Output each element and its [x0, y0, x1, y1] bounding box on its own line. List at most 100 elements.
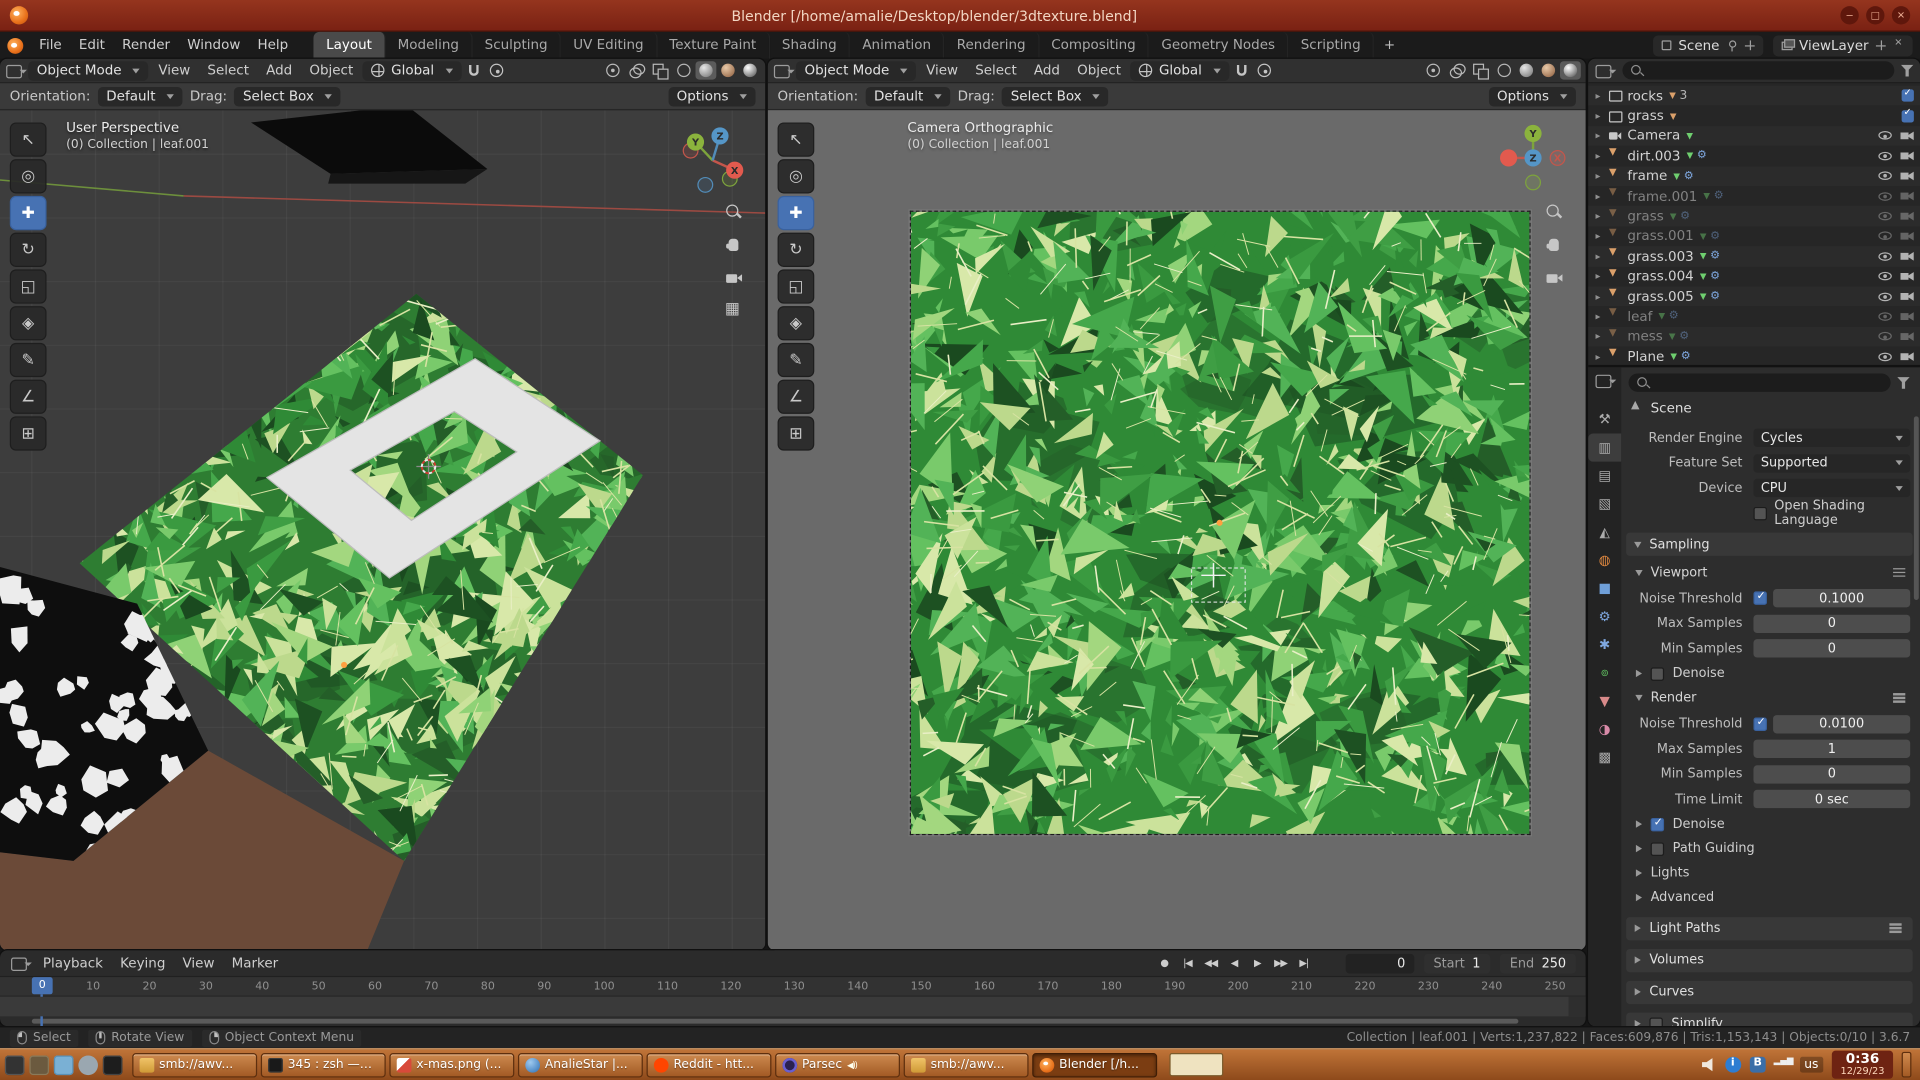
- number-field[interactable]: 0: [1753, 765, 1910, 783]
- tool-orientation-dropdown[interactable]: Default: [865, 86, 950, 106]
- timeline-editor-icon[interactable]: [10, 954, 32, 971]
- hide-in-viewport-toggle[interactable]: [1878, 332, 1891, 341]
- tab-render[interactable]: ▥: [1588, 433, 1621, 461]
- expand-arrow-icon[interactable]: [1596, 191, 1608, 202]
- outliner-row[interactable]: rocks 3: [1588, 86, 1920, 106]
- presets-menu-icon[interactable]: [1889, 927, 1901, 929]
- viewport-denoise-checkbox[interactable]: [1651, 667, 1664, 680]
- tool-add-cube[interactable]: ⊞: [778, 416, 815, 450]
- outliner-row[interactable]: grass.004: [1588, 266, 1920, 286]
- collection-checkbox[interactable]: [1902, 110, 1914, 122]
- viewport-subsection-header[interactable]: Viewport: [1636, 562, 1908, 583]
- prev-keyframe-button[interactable]: ◀◀: [1201, 958, 1221, 969]
- tab-output[interactable]: ▤: [1588, 462, 1621, 490]
- tab-view-layer[interactable]: ▧: [1588, 490, 1621, 518]
- property-section-header[interactable]: Curves: [1626, 980, 1913, 1003]
- outliner-row[interactable]: leaf: [1588, 306, 1920, 326]
- disable-in-render-toggle[interactable]: [1900, 191, 1913, 201]
- shading-solid-button[interactable]: [1516, 61, 1537, 79]
- expand-arrow-icon[interactable]: [1596, 90, 1608, 101]
- maximize-button[interactable]: □: [1866, 6, 1884, 24]
- outliner-row[interactable]: dirt.003: [1588, 146, 1920, 166]
- tool-cursor[interactable]: ◎: [10, 159, 47, 193]
- presets-menu-icon[interactable]: [1893, 697, 1905, 699]
- tool-tweak-select[interactable]: ↖: [10, 122, 47, 156]
- tool-measure[interactable]: ∠: [10, 380, 47, 414]
- disable-in-render-toggle[interactable]: [1900, 292, 1913, 302]
- menu-item[interactable]: Help: [249, 32, 297, 59]
- tool-scale[interactable]: ◱: [778, 269, 815, 303]
- task-button[interactable]: smb://awv...: [904, 1052, 1029, 1076]
- workspace-tab[interactable]: Geometry Nodes: [1149, 32, 1288, 59]
- timeline-menu-item[interactable]: View: [174, 950, 223, 976]
- proportional-editing-toggle[interactable]: [486, 61, 508, 81]
- tab-object-data[interactable]: ▼: [1588, 687, 1621, 715]
- keyboard-layout-indicator[interactable]: us: [1799, 1057, 1823, 1073]
- workspace-tab[interactable]: Rendering: [945, 32, 1039, 59]
- remove-viewlayer-icon[interactable]: [1893, 39, 1905, 51]
- new-scene-icon[interactable]: [1744, 39, 1756, 51]
- task-button[interactable]: Reddit - htt...: [647, 1052, 772, 1076]
- outliner-search-input[interactable]: [1622, 61, 1894, 79]
- tab-scene[interactable]: ◭: [1588, 518, 1621, 546]
- property-section-header[interactable]: Light Paths: [1626, 917, 1913, 940]
- hide-in-viewport-toggle[interactable]: [1878, 192, 1891, 201]
- show-desktop-button[interactable]: [1902, 1052, 1912, 1078]
- timeline-menu-item[interactable]: Playback: [34, 950, 111, 976]
- expand-arrow-icon[interactable]: [1596, 331, 1608, 342]
- hide-in-viewport-toggle[interactable]: [1878, 272, 1891, 281]
- tool-orientation-dropdown[interactable]: Default: [98, 86, 183, 106]
- properties-scrollbar[interactable]: [1914, 416, 1919, 600]
- outliner-row[interactable]: grass.001: [1588, 226, 1920, 246]
- minimize-button[interactable]: −: [1840, 6, 1858, 24]
- menu-item[interactable]: Render: [114, 32, 179, 59]
- timeline-menu-item[interactable]: Keying: [112, 950, 174, 976]
- add-workspace-button[interactable]: +: [1374, 32, 1405, 59]
- hide-in-viewport-toggle[interactable]: [1878, 352, 1891, 361]
- outliner-row[interactable]: Plane: [1588, 347, 1920, 367]
- properties-filter-icon[interactable]: [1897, 377, 1910, 389]
- tool-annotate[interactable]: ✎: [778, 343, 815, 377]
- options-dropdown[interactable]: Options: [1488, 86, 1575, 106]
- drag-dropdown[interactable]: Select Box: [234, 86, 340, 106]
- shading-material-button[interactable]: [718, 61, 739, 79]
- workspace-tab[interactable]: Compositing: [1039, 32, 1149, 59]
- dropdown-field[interactable]: Supported: [1753, 454, 1910, 472]
- toggle-xray[interactable]: [648, 61, 670, 81]
- hide-in-viewport-toggle[interactable]: [1878, 252, 1891, 261]
- collapsed-subsection[interactable]: Path Guiding: [1636, 838, 1908, 859]
- property-section-header[interactable]: Simplify: [1626, 1012, 1913, 1026]
- file-manager-icon[interactable]: [54, 1055, 74, 1075]
- disable-in-render-toggle[interactable]: [1900, 131, 1913, 141]
- tool-rotate[interactable]: ↻: [778, 233, 815, 267]
- dropdown-field[interactable]: Cycles: [1753, 429, 1910, 447]
- outliner-row[interactable]: grass: [1588, 206, 1920, 226]
- hide-in-viewport-toggle[interactable]: [1878, 172, 1891, 181]
- timeline-track[interactable]: [0, 997, 1586, 1017]
- number-field[interactable]: 0.0100: [1773, 715, 1910, 733]
- tool-move[interactable]: ✚: [778, 196, 815, 230]
- outliner-row[interactable]: frame.001: [1588, 186, 1920, 206]
- viewport-menu-item[interactable]: Select: [967, 59, 1026, 83]
- task-button[interactable]: x-mas.png (...: [389, 1052, 514, 1076]
- tool-rotate[interactable]: ↻: [10, 233, 47, 267]
- expand-arrow-icon[interactable]: [1596, 211, 1608, 222]
- workspace-tab[interactable]: Layout: [314, 32, 386, 59]
- show-gizmo-toggle[interactable]: [601, 61, 623, 81]
- play-reverse-button[interactable]: ◀: [1224, 958, 1244, 969]
- network-icon[interactable]: [1774, 1057, 1791, 1072]
- jump-to-end-button[interactable]: ▶|: [1294, 958, 1314, 969]
- disable-in-render-toggle[interactable]: [1900, 271, 1913, 281]
- disable-in-render-toggle[interactable]: [1900, 151, 1913, 161]
- viewport-menu-item[interactable]: Object: [1069, 59, 1130, 83]
- number-field[interactable]: 0: [1753, 639, 1910, 657]
- timeline-scrollbar[interactable]: [32, 1018, 1519, 1023]
- snap-toggle[interactable]: [462, 61, 484, 81]
- task-button[interactable]: Parsec ◀)): [775, 1052, 900, 1076]
- editor-type-icon[interactable]: [5, 62, 27, 79]
- viewport-menu-item[interactable]: Add: [258, 59, 301, 83]
- titlebar[interactable]: Blender [/home/amalie/Desktop/blender/3d…: [0, 0, 1920, 32]
- expand-arrow-icon[interactable]: [1596, 231, 1608, 242]
- expand-arrow-icon[interactable]: [1596, 291, 1608, 302]
- menu-item[interactable]: File: [31, 32, 71, 59]
